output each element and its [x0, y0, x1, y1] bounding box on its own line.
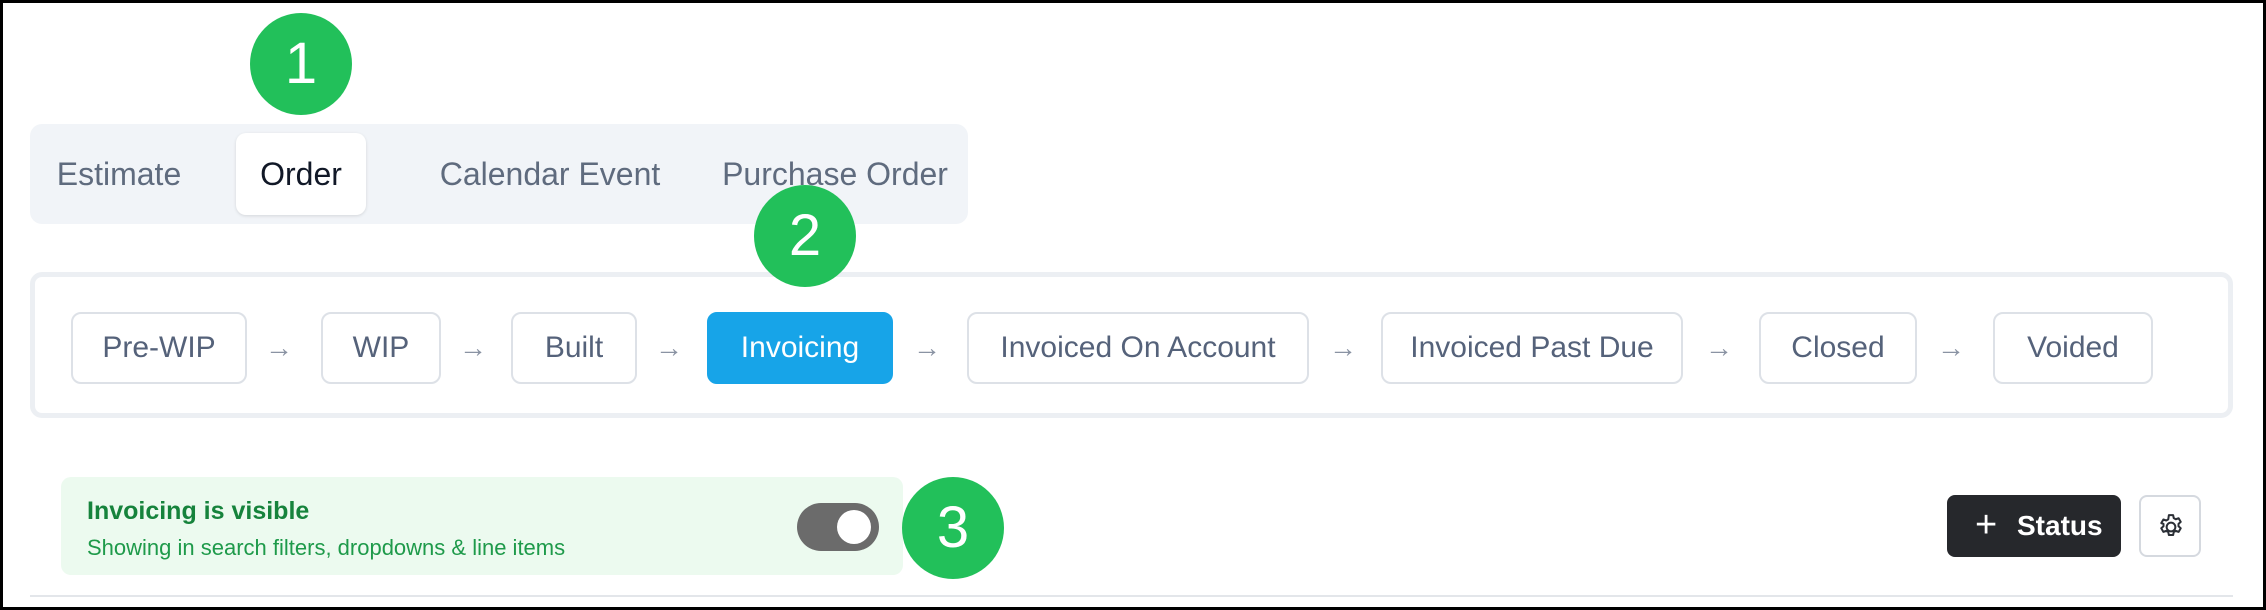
- add-status-label: Status: [2017, 510, 2103, 541]
- status-step-invoicing[interactable]: Invoicing: [707, 312, 893, 384]
- bottom-divider: [30, 595, 2233, 597]
- status-step-pre-wip[interactable]: Pre-WIP: [71, 312, 247, 384]
- status-step-wip[interactable]: WIP: [321, 312, 441, 384]
- callout-marker-3: 3: [902, 477, 1004, 579]
- arrow-icon: →: [265, 332, 293, 363]
- status-step-invoiced-past-due[interactable]: Invoiced Past Due: [1381, 312, 1683, 384]
- tab-calendar-event[interactable]: Calendar Event: [400, 133, 700, 215]
- arrow-icon: →: [1705, 332, 1733, 363]
- visibility-subtitle: Showing in search filters, dropdowns & l…: [87, 535, 566, 560]
- gear-icon: [2160, 514, 2182, 536]
- arrow-icon: →: [655, 332, 683, 363]
- visibility-toggle[interactable]: [797, 503, 879, 551]
- arrow-icon: →: [459, 332, 487, 363]
- tab-order[interactable]: Order: [236, 133, 366, 215]
- toggle-knob: [837, 510, 871, 544]
- status-step-built[interactable]: Built: [511, 312, 637, 384]
- tab-estimate[interactable]: Estimate: [30, 133, 208, 215]
- callout-marker-2: 2: [754, 185, 856, 287]
- add-status-button[interactable]: + Status: [1947, 495, 2121, 557]
- visibility-card: Invoicing is visible Showing in search f…: [61, 477, 903, 575]
- status-step-voided[interactable]: Voided: [1993, 312, 2153, 384]
- callout-marker-1: 1: [250, 13, 352, 115]
- status-step-invoiced-on-account[interactable]: Invoiced On Account: [967, 312, 1309, 384]
- arrow-icon: →: [913, 332, 941, 363]
- arrow-icon: →: [1329, 332, 1357, 363]
- visibility-title: Invoicing is visible: [87, 497, 310, 525]
- settings-button[interactable]: [2139, 495, 2201, 557]
- arrow-icon: →: [1937, 332, 1965, 363]
- status-step-closed[interactable]: Closed: [1759, 312, 1917, 384]
- status-flow: Pre-WIP → WIP → Built → Invoicing → Invo…: [30, 272, 2233, 418]
- plus-icon: +: [1975, 504, 1998, 546]
- screenshot-frame: Estimate Order Calendar Event Purchase O…: [0, 0, 2266, 610]
